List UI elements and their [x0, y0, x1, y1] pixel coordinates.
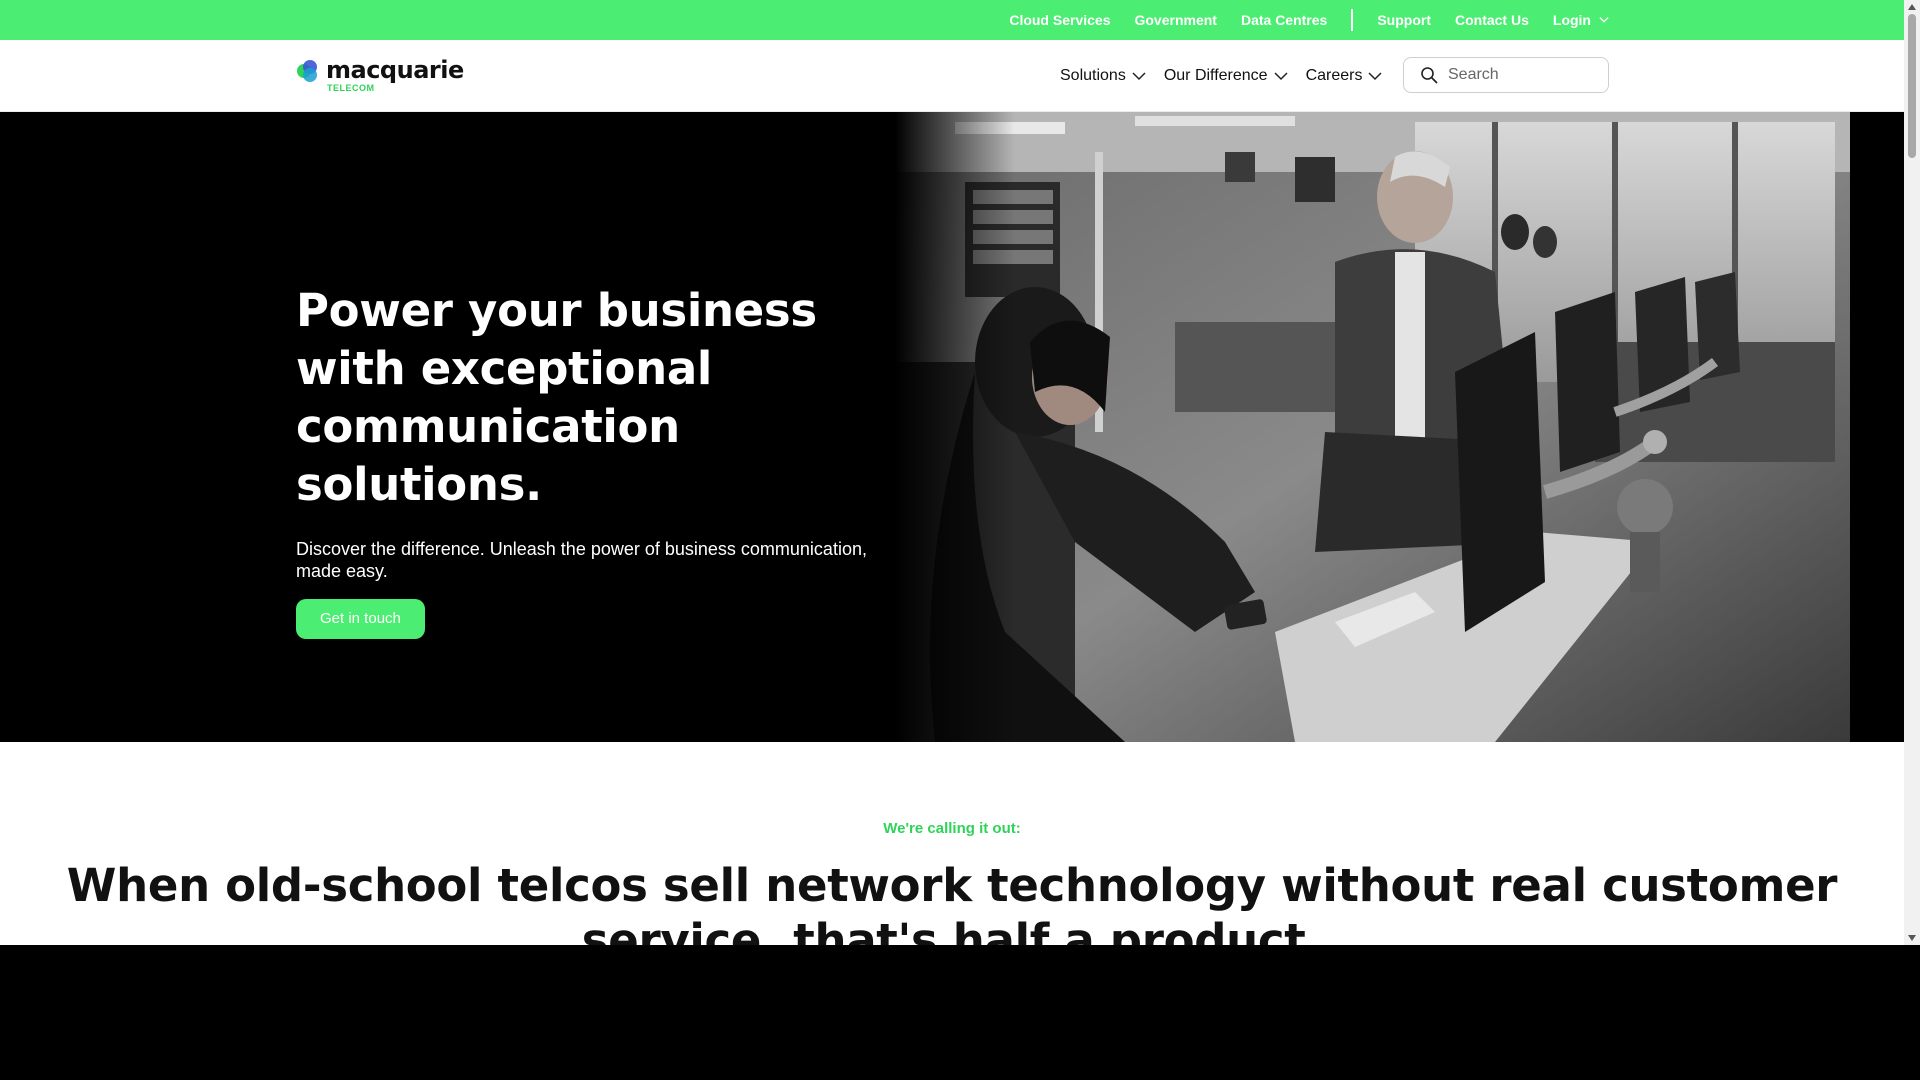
chevron-down-icon: [1599, 17, 1609, 23]
search-box[interactable]: [1403, 57, 1609, 93]
scroll-up-arrow-icon[interactable]: [1904, 0, 1920, 14]
utility-divider: [1351, 9, 1354, 31]
macquarie-telecom-logo[interactable]: macquarie TELECOM: [296, 57, 464, 97]
scrollbar-thumb[interactable]: [1908, 14, 1916, 158]
hero-title: Power your business with exceptional com…: [296, 284, 817, 511]
hero-subtitle: Discover the difference. Unleash the pow…: [296, 539, 867, 581]
hero-banner: Power your business with exceptional com…: [0, 112, 1904, 742]
nav-item-careers[interactable]: Careers: [1306, 67, 1383, 85]
chevron-down-icon: [1274, 72, 1288, 81]
nav-item-label: Careers: [1305, 67, 1363, 84]
section-eyebrow: We're calling it out:: [883, 820, 1021, 837]
vertical-scrollbar[interactable]: [1904, 0, 1920, 945]
main-navigation: macquarie TELECOM Solutions Our Differen…: [0, 40, 1904, 112]
browser-viewport: Cloud Services Government Data Centres S…: [0, 0, 1920, 945]
logo-text: macquarie TELECOM: [326, 57, 464, 93]
utility-bar: Cloud Services Government Data Centres S…: [0, 0, 1904, 40]
web-page: Cloud Services Government Data Centres S…: [0, 0, 1904, 945]
logo-wordmark: macquarie: [326, 56, 464, 84]
scroll-down-arrow-icon[interactable]: [1904, 931, 1920, 945]
login-dropdown[interactable]: Login: [1553, 12, 1609, 28]
chevron-down-icon: [1368, 72, 1383, 81]
logo-subtitle: TELECOM: [327, 83, 375, 93]
hero-photo-illustration: [895, 112, 1850, 742]
hero-copy: Power your business with exceptional com…: [296, 282, 896, 639]
search-icon: [1421, 67, 1438, 84]
utility-link-data-centres[interactable]: Data Centres: [1241, 12, 1327, 28]
section-heading: When old-school telcos sell network tech…: [66, 859, 1838, 945]
nav-item-solutions[interactable]: Solutions: [1060, 67, 1146, 85]
utility-link-cloud-services[interactable]: Cloud Services: [1009, 12, 1110, 28]
login-label: Login: [1552, 12, 1591, 28]
nav-menu: Solutions Our Difference Careers: [1060, 40, 1383, 112]
hero-photo-call-centre: [895, 112, 1850, 742]
utility-links: Cloud Services Government Data Centres S…: [1009, 0, 1609, 40]
logo-mark-icon: [297, 60, 317, 82]
nav-item-label: Solutions: [1060, 67, 1126, 84]
search-input[interactable]: [1448, 66, 1598, 84]
chevron-down-icon: [1132, 72, 1146, 81]
utility-link-contact-us[interactable]: Contact Us: [1455, 12, 1529, 28]
nav-item-our-difference[interactable]: Our Difference: [1164, 67, 1288, 85]
utility-link-government[interactable]: Government: [1134, 12, 1216, 28]
get-in-touch-button[interactable]: Get in touch: [296, 599, 425, 639]
utility-link-support[interactable]: Support: [1377, 12, 1431, 28]
nav-item-label: Our Difference: [1163, 67, 1268, 84]
